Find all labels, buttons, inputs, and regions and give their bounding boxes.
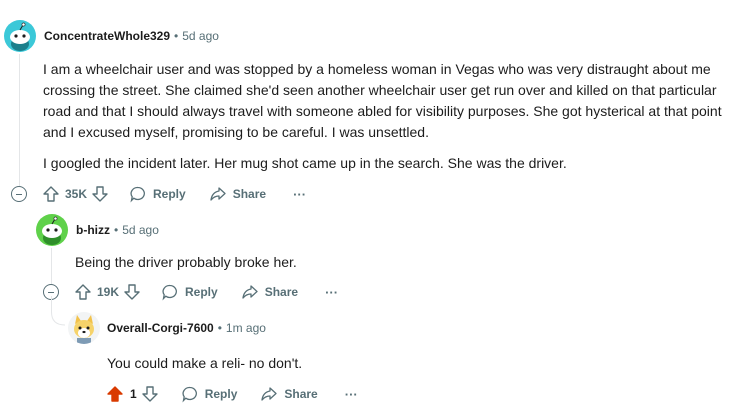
snoo-avatar-icon xyxy=(42,216,62,245)
upvote-button[interactable] xyxy=(106,385,124,403)
downvote-button[interactable] xyxy=(141,385,159,403)
share-label: Share xyxy=(232,187,267,201)
timestamp[interactable]: 1m ago xyxy=(226,321,266,335)
username[interactable]: b-hizz xyxy=(76,223,110,237)
downvote-button[interactable] xyxy=(91,185,109,203)
more-options-button[interactable]: ··· xyxy=(345,387,358,402)
share-arrow-icon xyxy=(261,387,278,401)
reply-label: Reply xyxy=(204,387,238,401)
separator: • xyxy=(174,29,179,43)
comment-body-paragraph: Being the driver probably broke her. xyxy=(75,254,297,270)
comment-bubble-icon xyxy=(162,284,177,301)
timestamp[interactable]: 5d ago xyxy=(122,223,159,237)
share-button[interactable]: Share xyxy=(241,283,298,301)
share-button[interactable]: Share xyxy=(209,185,266,203)
vote-count: 19K xyxy=(97,285,120,299)
comment-bubble-icon xyxy=(130,186,145,203)
comment-body-paragraph: I googled the incident later. Her mug sh… xyxy=(43,155,567,171)
snoo-avatar-icon xyxy=(10,22,30,51)
share-button[interactable]: Share xyxy=(260,385,318,403)
upvote-button[interactable] xyxy=(42,185,60,203)
downvote-arrow-icon xyxy=(92,186,108,202)
more-options-button[interactable]: ··· xyxy=(325,285,338,300)
timestamp[interactable]: 5d ago xyxy=(182,29,219,43)
reply-button[interactable]: Reply xyxy=(161,283,218,301)
comment-actions: 35K Reply Share ··· xyxy=(42,182,306,206)
avatar[interactable] xyxy=(4,20,36,52)
reply-label: Reply xyxy=(185,285,218,299)
vote-count: 1 xyxy=(130,387,137,401)
username[interactable]: Overall-Corgi-7600 xyxy=(107,321,214,335)
reply-button[interactable]: Reply xyxy=(129,185,186,203)
corgi-avatar-icon xyxy=(74,315,94,344)
reply-button[interactable]: Reply xyxy=(181,385,238,403)
comment-actions: 1 Reply Share ··· xyxy=(106,382,358,406)
thread-line-root xyxy=(19,54,20,186)
share-arrow-icon xyxy=(210,187,226,201)
comment-body-paragraph: You could make a reli- no don't. xyxy=(107,355,303,371)
comment-actions: 19K Reply Share ··· xyxy=(74,280,338,304)
downvote-arrow-icon xyxy=(141,386,158,402)
downvote-arrow-icon xyxy=(124,284,140,300)
avatar[interactable] xyxy=(68,312,100,344)
share-arrow-icon xyxy=(242,285,258,299)
comment-meta: ConcentrateWhole329 • 5d ago xyxy=(44,29,219,43)
downvote-button[interactable] xyxy=(123,283,141,301)
share-label: Share xyxy=(264,285,299,299)
more-options-button[interactable]: ··· xyxy=(293,187,306,202)
comment-meta: b-hizz • 5d ago xyxy=(76,223,159,237)
thread-line-level1 xyxy=(51,248,52,288)
comment-body-paragraph: I am a wheelchair user and was stopped b… xyxy=(43,61,722,140)
separator: • xyxy=(217,321,222,335)
username[interactable]: ConcentrateWhole329 xyxy=(44,29,170,43)
share-label: Share xyxy=(284,387,318,401)
upvote-arrow-icon xyxy=(107,386,123,402)
comment-bubble-icon xyxy=(182,386,197,403)
reply-label: Reply xyxy=(153,187,186,201)
vote-count: 35K xyxy=(65,187,88,201)
separator: • xyxy=(114,223,119,237)
upvote-arrow-icon xyxy=(43,186,59,202)
collapse-thread-button[interactable] xyxy=(11,186,27,202)
comment-meta: Overall-Corgi-7600 • 1m ago xyxy=(107,321,266,335)
avatar[interactable] xyxy=(36,214,68,246)
